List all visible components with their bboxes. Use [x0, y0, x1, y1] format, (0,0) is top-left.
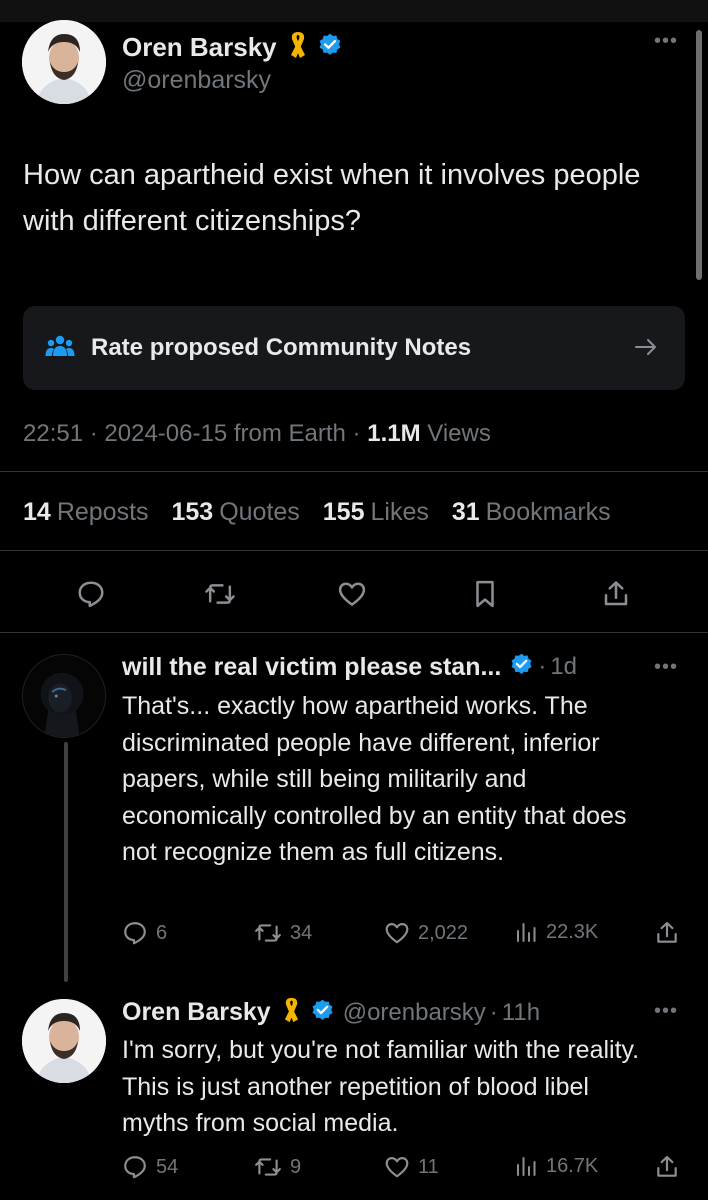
- views-label: Views: [427, 420, 491, 447]
- divider: [0, 632, 708, 633]
- avatar-portrait: [22, 999, 106, 1083]
- verified-badge-icon: [310, 998, 335, 1028]
- author-row: Oren Barsky: [122, 30, 343, 65]
- repost-icon: [255, 1158, 281, 1176]
- reply-author-name[interactable]: Oren Barsky: [122, 998, 271, 1027]
- community-notes-label: Rate proposed Community Notes: [91, 334, 472, 361]
- reply-text: I'm sorry, but you're not familiar with …: [122, 1036, 640, 1137]
- views-button[interactable]: 22.3K: [514, 920, 598, 944]
- reply-author-handle[interactable]: @orenbarsky: [343, 999, 486, 1027]
- reply-author-name[interactable]: will the real victim please stan...: [122, 653, 501, 682]
- reply-age[interactable]: 11h: [502, 999, 540, 1027]
- more-dots-icon[interactable]: •••: [654, 30, 678, 53]
- reply-icon: [124, 922, 146, 945]
- avatar[interactable]: [22, 654, 106, 738]
- avatar[interactable]: [22, 20, 106, 104]
- yellow-ribbon-icon: [281, 996, 302, 1029]
- reply-button[interactable]: 54: [122, 1154, 178, 1180]
- reply-header: Oren Barsky @orenbarsky · 11h: [122, 996, 540, 1029]
- tweet-location: from Earth: [233, 420, 346, 447]
- repost-count: 9: [290, 1155, 302, 1178]
- reply-age[interactable]: 1d: [550, 653, 577, 681]
- reply-action-bar: 54 9 11 16.7K: [122, 1154, 682, 1188]
- more-dots-icon[interactable]: •••: [654, 656, 678, 679]
- repost-icon: [255, 924, 281, 942]
- author-name[interactable]: Oren Barsky: [122, 32, 277, 63]
- stat-likes[interactable]: 155 Likes: [323, 498, 429, 526]
- people-icon: [45, 334, 75, 363]
- avatar-portrait: [22, 20, 106, 104]
- views-count: 1.1M: [367, 420, 421, 447]
- tweet-text: How can apartheid exist when it involves…: [23, 159, 641, 237]
- like-count: 2,022: [418, 921, 469, 944]
- repost-count: 34: [290, 921, 313, 944]
- yellow-ribbon-icon: [287, 30, 309, 65]
- reply-icon: [124, 1156, 146, 1179]
- like-button[interactable]: 11: [384, 1154, 439, 1180]
- reply-text: That's... exactly how apartheid works. T…: [122, 692, 627, 866]
- reply-header: will the real victim please stan... · 1d: [122, 652, 577, 682]
- verified-badge-icon: [317, 32, 343, 63]
- views-chart-icon: [517, 923, 536, 942]
- heart-icon[interactable]: [332, 574, 372, 614]
- arrow-right-icon: [633, 334, 659, 365]
- stat-reposts[interactable]: 14 Reposts: [23, 498, 149, 526]
- stat-quotes[interactable]: 153 Quotes: [171, 498, 299, 526]
- reply-action-bar: 6 34 2,022 22.3K: [122, 920, 682, 954]
- scrollbar[interactable]: [696, 30, 702, 280]
- heart-icon: [385, 1157, 409, 1178]
- status-bar: [0, 0, 708, 22]
- reply-age-sep: ·: [538, 653, 547, 680]
- views-button[interactable]: 16.7K: [514, 1154, 598, 1178]
- community-notes-button[interactable]: Rate proposed Community Notes: [23, 306, 685, 390]
- avatar-dark-portrait: [23, 655, 105, 737]
- like-button[interactable]: 2,022: [384, 920, 468, 946]
- repost-button[interactable]: 34: [254, 920, 312, 946]
- reply-icon[interactable]: [71, 574, 111, 614]
- share-icon[interactable]: [654, 920, 680, 946]
- tweet-action-bar: [0, 574, 708, 614]
- author-handle[interactable]: @orenbarsky: [122, 66, 271, 95]
- tweet-meta: 22:51 · 2024-06-15 from Earth · 1.1M Vie…: [23, 420, 491, 447]
- heart-icon: [385, 923, 409, 944]
- reply-button[interactable]: 6: [122, 920, 167, 946]
- share-icon[interactable]: [596, 574, 636, 614]
- divider: [0, 550, 708, 551]
- tweet-date[interactable]: 2024-06-15: [104, 420, 227, 447]
- verified-badge-icon: [509, 652, 534, 682]
- views-count: 22.3K: [546, 920, 599, 943]
- views-chart-icon: [517, 1157, 536, 1176]
- engagement-stats: 14 Reposts 153 Quotes 155 Likes 31 Bookmarks: [23, 498, 627, 527]
- reply-count: 54: [156, 1155, 179, 1178]
- stat-bookmarks[interactable]: 31 Bookmarks: [452, 498, 611, 526]
- bookmark-icon[interactable]: [465, 574, 505, 614]
- more-dots-icon[interactable]: •••: [654, 1000, 678, 1023]
- repost-icon[interactable]: [200, 574, 240, 614]
- views-count: 16.7K: [546, 1154, 599, 1177]
- share-icon[interactable]: [654, 1154, 680, 1180]
- reply-age-sep: ·: [489, 998, 498, 1026]
- repost-button[interactable]: 9: [254, 1154, 301, 1180]
- avatar[interactable]: [22, 999, 106, 1083]
- like-count: 11: [418, 1155, 439, 1178]
- divider: [0, 471, 708, 472]
- thread-line: [64, 742, 68, 982]
- reply-count: 6: [156, 921, 168, 944]
- tweet-time[interactable]: 22:51: [23, 420, 83, 447]
